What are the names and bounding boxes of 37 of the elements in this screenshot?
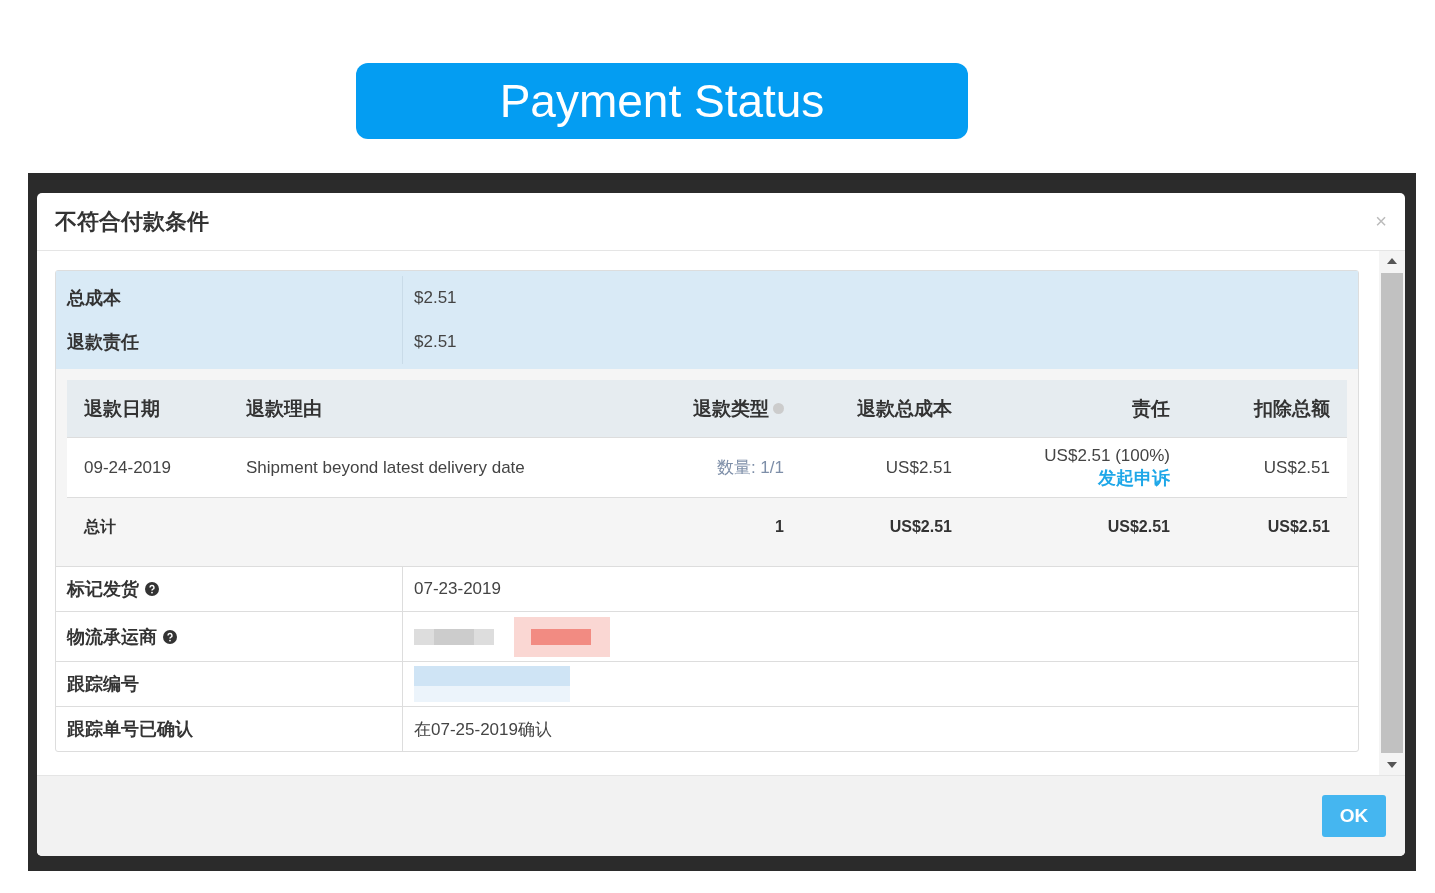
column-header: 退款理由 [229,380,631,437]
field-value: $2.51 [402,276,457,320]
field-label: 退款责任 [66,331,140,354]
table-cell: Shipment beyond latest delivery date [229,437,631,498]
ok-button[interactable]: OK [1322,795,1386,837]
table-cell: 09-24-2019 [67,437,229,498]
column-header: 退款类型 [631,380,801,437]
table-cell-text: US$2.51 [1266,517,1331,537]
dialog-title: 不符合付款条件 [55,207,209,236]
scrollbar[interactable] [1379,251,1405,775]
table-cell-text: US$2.51 [1106,517,1171,537]
field-label: 跟踪编号 [67,673,139,696]
page-banner: Payment Status [356,63,968,139]
field-label: 跟踪单号已确认 [67,718,193,741]
column-header: 扣除总额 [1187,380,1347,437]
close-button[interactable]: × [1375,210,1387,233]
triangle-up-icon[interactable] [1387,258,1397,264]
field-value: $2.51 [402,320,457,364]
triangle-down-icon[interactable] [1387,762,1397,768]
appeal-link[interactable]: 发起申诉 [1098,465,1170,490]
table-cell-text: 1 [774,517,785,537]
table-cell-text: 总计 [82,516,117,537]
field-label: 标记发货 [67,578,139,601]
field-label: 物流承运商 [67,625,157,649]
column-header: 责任 [969,380,1187,437]
field-label: 总成本 [65,287,122,310]
help-icon[interactable] [163,629,177,644]
field-value: 在07-25-2019确认 [414,718,552,741]
field-value: 07-23-2019 [414,579,501,599]
table-cell: US$2.51 [1187,437,1347,498]
column-header: 退款总成本 [801,380,969,437]
table-cell: 数量: 1/1 [631,437,801,498]
liability-amount: US$2.51 (100%) [1044,445,1170,466]
help-icon[interactable] [145,582,159,596]
column-header: 退款日期 [67,380,229,437]
table-cell-text: US$2.51 [888,517,953,537]
table-cell: US$2.51 [801,437,969,498]
